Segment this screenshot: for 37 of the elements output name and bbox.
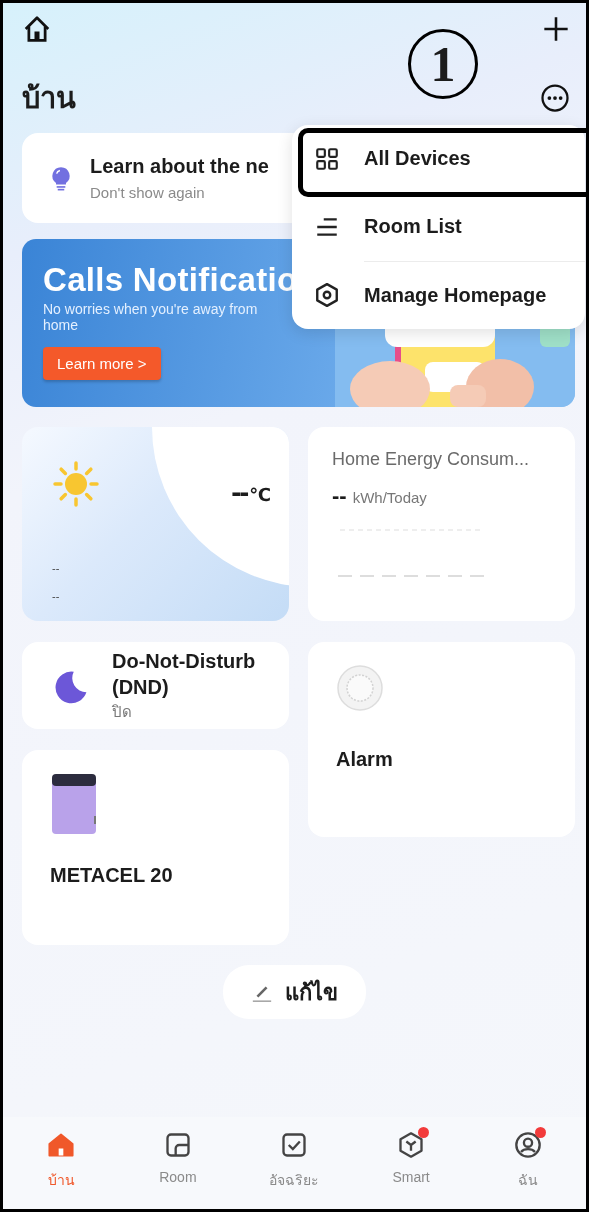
add-icon[interactable]: [542, 15, 570, 43]
tip-title: Learn about the ne: [90, 155, 269, 178]
temperature-unit: ℃: [249, 485, 271, 505]
grid-icon: [314, 146, 340, 172]
device-name: Alarm: [336, 748, 394, 771]
temperature-value: --: [231, 479, 248, 505]
home-icon[interactable]: [22, 14, 52, 44]
home-icon: [47, 1131, 76, 1159]
weather-detail: --: [52, 562, 60, 574]
hexagon-icon: [397, 1131, 426, 1159]
edit-button[interactable]: แก้ไข: [223, 965, 366, 1019]
scene-card[interactable]: Do-Not-Disturb (DND) ปิด: [22, 642, 289, 729]
energy-value: --: [332, 488, 347, 504]
energy-card[interactable]: Home Energy Consum... -- kWh/Today: [308, 427, 575, 621]
device-name: METACEL 20: [50, 864, 174, 887]
dismiss-link[interactable]: Don't show again: [90, 184, 269, 201]
weather-detail: --: [52, 590, 60, 602]
checkbox-icon: [280, 1131, 309, 1159]
weather-card[interactable]: --℃ -- --: [22, 427, 289, 621]
step-number-badge: 1: [408, 29, 478, 99]
energy-unit: kWh/Today: [352, 489, 427, 506]
energy-title: Home Energy Consum...: [332, 449, 531, 470]
more-icon[interactable]: [540, 83, 570, 113]
hexagon-icon: [314, 282, 340, 308]
profile-icon: [513, 1131, 542, 1159]
banner-subtitle: No worries when you're away from home: [43, 301, 258, 333]
device-card[interactable]: METACEL 20: [22, 750, 289, 945]
scene-status: ปิด: [112, 701, 133, 722]
round-sensor-icon: [336, 664, 384, 712]
page-title: บ้าน: [22, 81, 76, 116]
device-card[interactable]: Alarm: [308, 642, 575, 837]
menu-item[interactable]: All Devices: [292, 125, 585, 193]
room-icon: [163, 1131, 192, 1159]
menu-item[interactable]: Room List: [292, 193, 585, 261]
battery-device-icon: [50, 772, 98, 834]
sun-icon: [52, 460, 100, 508]
scene-name: Do-Not-Disturb (DND): [112, 648, 257, 700]
